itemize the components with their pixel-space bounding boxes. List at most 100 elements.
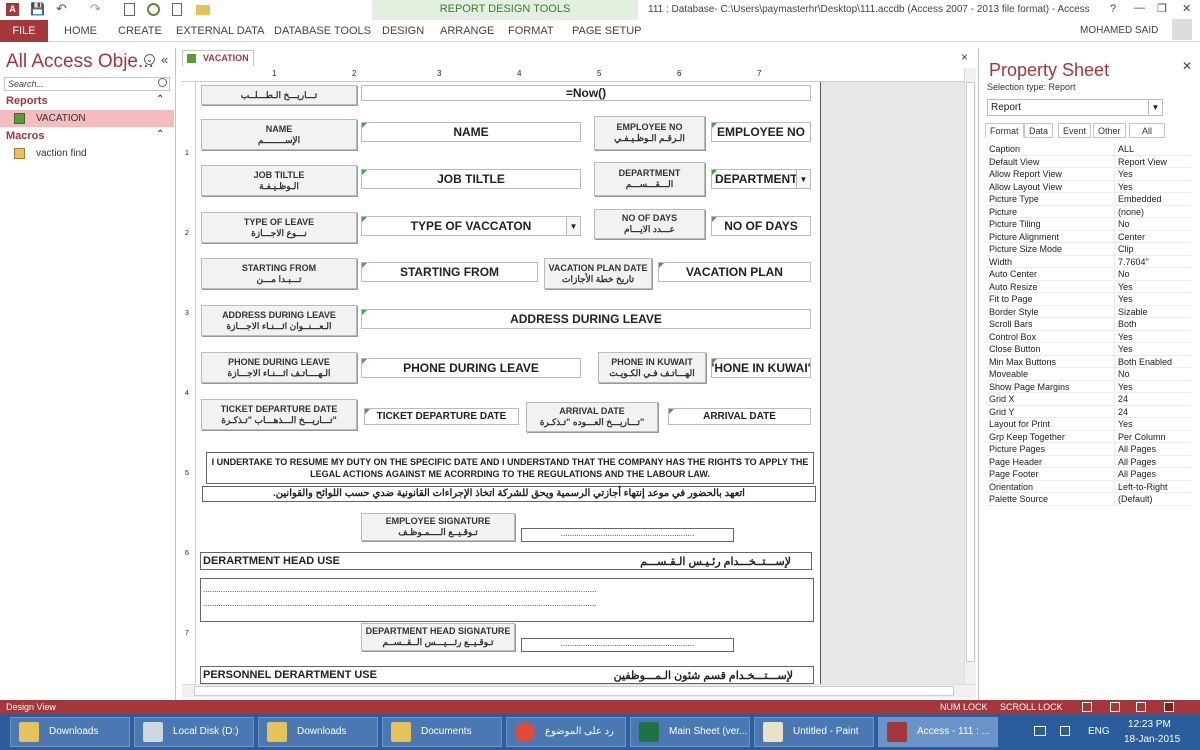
nav-search-input[interactable]: Search... bbox=[4, 77, 170, 91]
volume-icon[interactable] bbox=[1060, 726, 1070, 736]
property-row[interactable]: Moveable No bbox=[987, 368, 1191, 381]
property-row[interactable]: Layout for Print Yes bbox=[987, 418, 1191, 431]
property-row[interactable]: Allow Layout View Yes bbox=[987, 180, 1191, 193]
arrival-date-label[interactable]: ARRIVAL DATE تـــاريـــخ العـــوده "تـذكـ… bbox=[526, 402, 658, 432]
user-name[interactable]: MOHAMED SAID bbox=[1080, 25, 1158, 36]
phone-in-kuwait-label[interactable]: PHONE IN KUWAIT الهـــاتـف فـي الكـويـت bbox=[598, 352, 706, 383]
employee-signature-label[interactable]: EMPLOYEE SIGNATURE تـوقـيــع الــــمـوظـف bbox=[361, 513, 515, 541]
datasheet-view-icon[interactable] bbox=[1110, 702, 1120, 712]
phone-during-leave-label[interactable]: PHONE DURING LEAVE الـهــــاتـف اثـــنـاء… bbox=[201, 352, 357, 383]
vacation-plan-date-label[interactable]: VACATION PLAN DATE تاريخ خطة الأجازات bbox=[544, 258, 652, 289]
property-row[interactable]: Scroll Bars Both bbox=[987, 318, 1191, 331]
property-value[interactable]: 7.7604" bbox=[1115, 256, 1191, 268]
prop-tab-data[interactable]: Data bbox=[1024, 123, 1054, 138]
property-value[interactable]: Yes bbox=[1115, 293, 1191, 305]
property-row[interactable]: Page Header All Pages bbox=[987, 455, 1191, 468]
selection-combo[interactable]: Report ▼ bbox=[987, 99, 1163, 116]
property-value[interactable]: Yes bbox=[1115, 181, 1191, 193]
taskbar-documents[interactable]: Documents bbox=[382, 717, 502, 747]
layout-view-icon[interactable] bbox=[1136, 702, 1146, 712]
property-row[interactable]: Grid X 24 bbox=[987, 393, 1191, 406]
close-property-sheet-button[interactable]: ✕ bbox=[1182, 59, 1192, 73]
property-value[interactable]: Report View bbox=[1115, 156, 1191, 168]
undertaking-arabic-text[interactable]: اتعهد بالحضور في موعد إنتهاء أجازتي الرس… bbox=[202, 486, 816, 502]
property-value[interactable]: Yes bbox=[1115, 168, 1191, 180]
property-value[interactable]: Both bbox=[1115, 318, 1191, 330]
nav-group-macros[interactable]: Macros bbox=[6, 130, 45, 142]
property-value[interactable]: 24 bbox=[1115, 393, 1191, 405]
employee-no-label[interactable]: EMPLOYEE NO الـرقـم الـوظـيـفـي bbox=[594, 116, 705, 150]
property-value[interactable]: Clip bbox=[1115, 243, 1191, 255]
property-row[interactable]: Border Style Sizable bbox=[987, 305, 1191, 318]
dropdown-icon[interactable]: ▼ bbox=[796, 170, 810, 188]
property-value[interactable]: 24 bbox=[1115, 406, 1191, 418]
property-row[interactable]: Caption ALL bbox=[987, 143, 1191, 156]
starting-from-field[interactable]: STARTING FROM bbox=[361, 262, 538, 282]
property-row[interactable]: Picture Alignment Center bbox=[987, 230, 1191, 243]
undo-icon[interactable]: ↶ bbox=[56, 1, 67, 17]
property-row[interactable]: Picture Size Mode Clip bbox=[987, 243, 1191, 256]
ticket-departure-date-field[interactable]: TICKET DEPARTURE DATE bbox=[364, 408, 519, 425]
access-app-icon[interactable]: A bbox=[6, 3, 19, 16]
property-row[interactable]: Grid Y 24 bbox=[987, 405, 1191, 418]
property-row[interactable]: Default View Report View bbox=[987, 155, 1191, 168]
form-view-icon[interactable] bbox=[1082, 702, 1092, 712]
property-value[interactable]: (Default) bbox=[1115, 493, 1191, 505]
property-row[interactable]: Picture Type Embedded bbox=[987, 193, 1191, 206]
print-preview-icon[interactable] bbox=[124, 3, 135, 16]
prop-tab-format[interactable]: Format bbox=[985, 123, 1024, 138]
vacation-plan-field[interactable]: VACATION PLAN bbox=[658, 262, 811, 282]
name-field[interactable]: NAME bbox=[361, 122, 581, 142]
design-view-icon[interactable] bbox=[1164, 702, 1174, 712]
horizontal-scrollbar[interactable] bbox=[182, 684, 976, 698]
taskbar-downloads-2[interactable]: Downloads bbox=[258, 717, 378, 747]
tab-external-data[interactable]: EXTERNAL DATA bbox=[168, 20, 272, 42]
nav-item-vaction-find[interactable]: vaction find bbox=[0, 145, 174, 162]
property-row[interactable]: Width 7.7604" bbox=[987, 255, 1191, 268]
property-value[interactable]: Both Enabled bbox=[1115, 356, 1191, 368]
tab-home[interactable]: HOME bbox=[56, 20, 105, 42]
property-value[interactable]: All Pages bbox=[1115, 443, 1191, 455]
personnel-department-use-bar[interactable]: PERSONNEL DERARTMENT USE لإســـتـــخـدام… bbox=[200, 666, 814, 684]
property-value[interactable]: All Pages bbox=[1115, 468, 1191, 480]
department-head-notes-box[interactable]: ........................................… bbox=[200, 578, 814, 622]
type-of-leave-label[interactable]: TYPE OF LEAVE نـــوع الاجـــازة bbox=[201, 212, 357, 243]
property-row[interactable]: Page Footer All Pages bbox=[987, 468, 1191, 481]
chevron-up-icon[interactable]: ⌃ bbox=[156, 129, 164, 140]
taskbar-access[interactable]: Access - 111 : ... bbox=[878, 717, 998, 747]
network-icon[interactable] bbox=[1034, 726, 1046, 736]
minimize-button[interactable]: — bbox=[1134, 2, 1145, 14]
undertaking-english-text[interactable]: I UNDERTAKE TO RESUME MY DUTY ON THE SPE… bbox=[206, 452, 814, 484]
department-combo[interactable]: DEPARTMENT ▼ bbox=[711, 169, 811, 189]
taskbar-excel[interactable]: Main Sheet (ver... bbox=[630, 717, 750, 747]
department-head-signature-line[interactable]: ........................................… bbox=[521, 638, 734, 652]
nav-item-vacation-report[interactable]: VACATION bbox=[0, 110, 174, 127]
dropdown-icon[interactable]: ▼ bbox=[566, 217, 580, 235]
property-value[interactable]: (none) bbox=[1115, 206, 1191, 218]
taskbar-paint[interactable]: Untitled - Paint bbox=[754, 717, 874, 747]
phone-in-kuwait-field[interactable]: 'HONE IN KUWAI' bbox=[711, 358, 811, 378]
employee-no-field[interactable]: EMPLOYEE NO bbox=[711, 122, 811, 142]
property-row[interactable]: Palette Source (Default) bbox=[987, 493, 1191, 506]
job-title-field[interactable]: JOB TILTLE bbox=[361, 169, 581, 189]
prop-tab-all[interactable]: All bbox=[1129, 123, 1165, 138]
tab-format[interactable]: FORMAT bbox=[500, 20, 562, 42]
property-row[interactable]: Control Box Yes bbox=[987, 330, 1191, 343]
new-document-icon[interactable] bbox=[172, 3, 182, 16]
phone-during-leave-field[interactable]: PHONE DURING LEAVE bbox=[361, 358, 581, 378]
search-icon[interactable] bbox=[158, 78, 167, 87]
request-date-label[interactable]: تـــاريـــخ الـطـــلــب bbox=[201, 85, 357, 105]
help-button[interactable]: ? bbox=[1110, 3, 1116, 15]
nav-group-reports[interactable]: Reports bbox=[6, 95, 48, 107]
property-row[interactable]: Orientation Left-to-Right bbox=[987, 480, 1191, 493]
property-value[interactable]: Yes bbox=[1115, 418, 1191, 430]
type-of-vacation-combo[interactable]: TYPE OF VACCATON ▼ bbox=[361, 216, 581, 236]
property-row[interactable]: Picture Pages All Pages bbox=[987, 443, 1191, 456]
dropdown-icon[interactable]: ▼ bbox=[1148, 100, 1162, 115]
property-value[interactable]: No bbox=[1115, 368, 1191, 380]
property-value[interactable]: Per Column bbox=[1115, 431, 1191, 443]
tab-page-setup[interactable]: PAGE SETUP bbox=[564, 20, 649, 42]
report-design-surface[interactable]: تـــاريـــخ الـطـــلــب =Now() NAME الإسـ… bbox=[196, 82, 820, 684]
property-row[interactable]: Auto Resize Yes bbox=[987, 280, 1191, 293]
nav-pane-title[interactable]: All Access Obje... bbox=[6, 51, 154, 73]
